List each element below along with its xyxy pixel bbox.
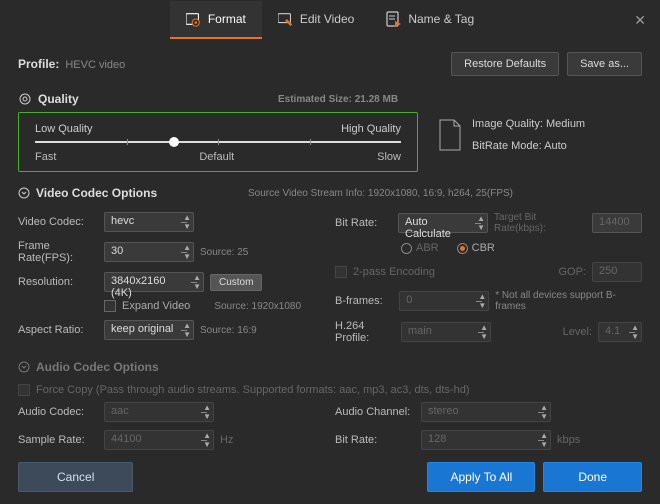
sample-rate-label: Sample Rate:: [18, 434, 98, 446]
apply-to-all-button[interactable]: Apply To All: [427, 462, 535, 492]
edit-video-icon: [278, 11, 294, 27]
default-label: Default: [199, 151, 234, 163]
force-copy-checkbox[interactable]: Force Copy (Pass through audio streams. …: [18, 384, 469, 396]
video-codec-header[interactable]: Video Codec Options Source Video Stream …: [18, 182, 642, 204]
two-pass-checkbox[interactable]: 2-pass Encoding: [335, 266, 435, 278]
audio-codec-label: Audio Codec:: [18, 406, 98, 418]
collapse-arrow-icon: [18, 361, 30, 373]
target-bitrate-label: Target Bit Rate(kbps):: [494, 212, 586, 234]
video-codec-title: Video Codec Options: [36, 186, 157, 200]
aspect-ratio-label: Aspect Ratio:: [18, 324, 98, 336]
save-as-button[interactable]: Save as...: [567, 52, 642, 76]
video-options-grid: Video Codec: hevc▲▼ Frame Rate(FPS): 30▲…: [18, 212, 642, 344]
expand-video-checkbox[interactable]: Expand Video: [104, 300, 190, 312]
profile-value: HEVC video: [65, 59, 125, 71]
resolution-source: Source: 1920x1080: [214, 301, 301, 312]
bitrate-select[interactable]: Auto Calculate▲▼: [398, 213, 488, 233]
low-quality-label: Low Quality: [35, 123, 92, 135]
resolution-label: Resolution:: [18, 276, 98, 288]
quality-section-header: Quality Estimated Size: 21.28 MB: [18, 86, 642, 112]
aspect-ratio-select[interactable]: keep original▲▼: [104, 320, 194, 340]
resolution-select[interactable]: 3840x2160 (4K)▲▼: [104, 272, 204, 292]
cancel-button[interactable]: Cancel: [18, 462, 133, 492]
audio-codec-select[interactable]: aac▲▼: [104, 402, 214, 422]
restore-defaults-button[interactable]: Restore Defaults: [451, 52, 559, 76]
gear-icon: [18, 92, 32, 106]
fast-label: Fast: [35, 151, 56, 163]
audio-bitrate-label: Bit Rate:: [335, 434, 415, 446]
collapse-arrow-icon: [18, 187, 30, 199]
estimated-size: Estimated Size: 21.28 MB: [278, 94, 398, 105]
done-button[interactable]: Done: [543, 462, 642, 492]
quality-title: Quality: [38, 92, 79, 106]
audio-channel-select[interactable]: stereo▲▼: [421, 402, 551, 422]
level-label: Level:: [563, 326, 592, 338]
bitrate-label: Bit Rate:: [335, 217, 392, 229]
tab-label: Format: [208, 12, 246, 26]
document-icon: [438, 118, 462, 152]
audio-section: Audio Codec Options Force Copy (Pass thr…: [18, 356, 642, 450]
top-tabs-bar: Format Edit Video Name & Tag ✕: [0, 0, 660, 40]
tab-label: Edit Video: [300, 12, 355, 26]
custom-resolution-button[interactable]: Custom: [210, 274, 262, 291]
high-quality-label: High Quality: [341, 123, 401, 135]
close-icon[interactable]: ✕: [634, 12, 646, 29]
audio-codec-title: Audio Codec Options: [36, 360, 159, 374]
video-codec-label: Video Codec:: [18, 216, 98, 228]
frame-rate-select[interactable]: 30▲▼: [104, 242, 194, 262]
source-video-info: Source Video Stream Info: 1920x1080, 16:…: [248, 188, 513, 199]
name-tag-icon: [386, 11, 402, 27]
tabs: Format Edit Video Name & Tag: [170, 1, 490, 39]
gop-input[interactable]: 250: [592, 262, 642, 282]
image-quality-text: Image Quality: Medium: [472, 118, 585, 130]
footer: Cancel Apply To All Done: [0, 450, 660, 504]
sample-rate-select[interactable]: 44100▲▼: [104, 430, 214, 450]
quality-slider[interactable]: [35, 141, 401, 143]
abr-radio[interactable]: ABR: [401, 242, 439, 254]
aspect-source: Source: 16:9: [200, 325, 257, 336]
fps-source: Source: 25: [200, 247, 248, 258]
bframes-select[interactable]: 0▲▼: [399, 291, 489, 311]
quality-slider-box: Low Quality High Quality Fast Default Sl…: [18, 112, 418, 172]
quality-row: Low Quality High Quality Fast Default Sl…: [18, 112, 642, 172]
gop-label: GOP:: [558, 266, 586, 278]
level-select[interactable]: 4.1▲▼: [598, 322, 642, 342]
audio-bitrate-select[interactable]: 128▲▼: [421, 430, 551, 450]
slow-label: Slow: [377, 151, 401, 163]
video-codec-select[interactable]: hevc▲▼: [104, 212, 194, 232]
hz-label: Hz: [220, 434, 233, 446]
bframes-note: * Not all devices support B-frames: [495, 290, 642, 312]
audio-codec-header[interactable]: Audio Codec Options: [18, 356, 642, 378]
format-icon: [186, 11, 202, 27]
profile-row: Profile: HEVC video Restore Defaults Sav…: [18, 48, 642, 86]
quality-info: Image Quality: Medium BitRate Mode: Auto: [438, 112, 585, 152]
h264-profile-select[interactable]: main▲▼: [401, 322, 491, 342]
kbps-label: kbps: [557, 434, 580, 446]
tab-name-tag[interactable]: Name & Tag: [370, 1, 490, 39]
content: Profile: HEVC video Restore Defaults Sav…: [0, 40, 660, 450]
slider-thumb[interactable]: [169, 137, 179, 147]
audio-channel-label: Audio Channel:: [335, 406, 415, 418]
cbr-radio[interactable]: CBR: [457, 242, 495, 254]
profile-label: Profile:: [18, 57, 59, 71]
target-bitrate-input[interactable]: 14400: [592, 213, 642, 233]
tab-label: Name & Tag: [408, 12, 474, 26]
bframes-label: B-frames:: [335, 295, 393, 307]
h264-profile-label: H.264 Profile:: [335, 320, 395, 344]
tab-format[interactable]: Format: [170, 1, 262, 39]
tab-edit-video[interactable]: Edit Video: [262, 1, 371, 39]
frame-rate-label: Frame Rate(FPS):: [18, 240, 98, 264]
bitrate-mode-text: BitRate Mode: Auto: [472, 140, 585, 152]
